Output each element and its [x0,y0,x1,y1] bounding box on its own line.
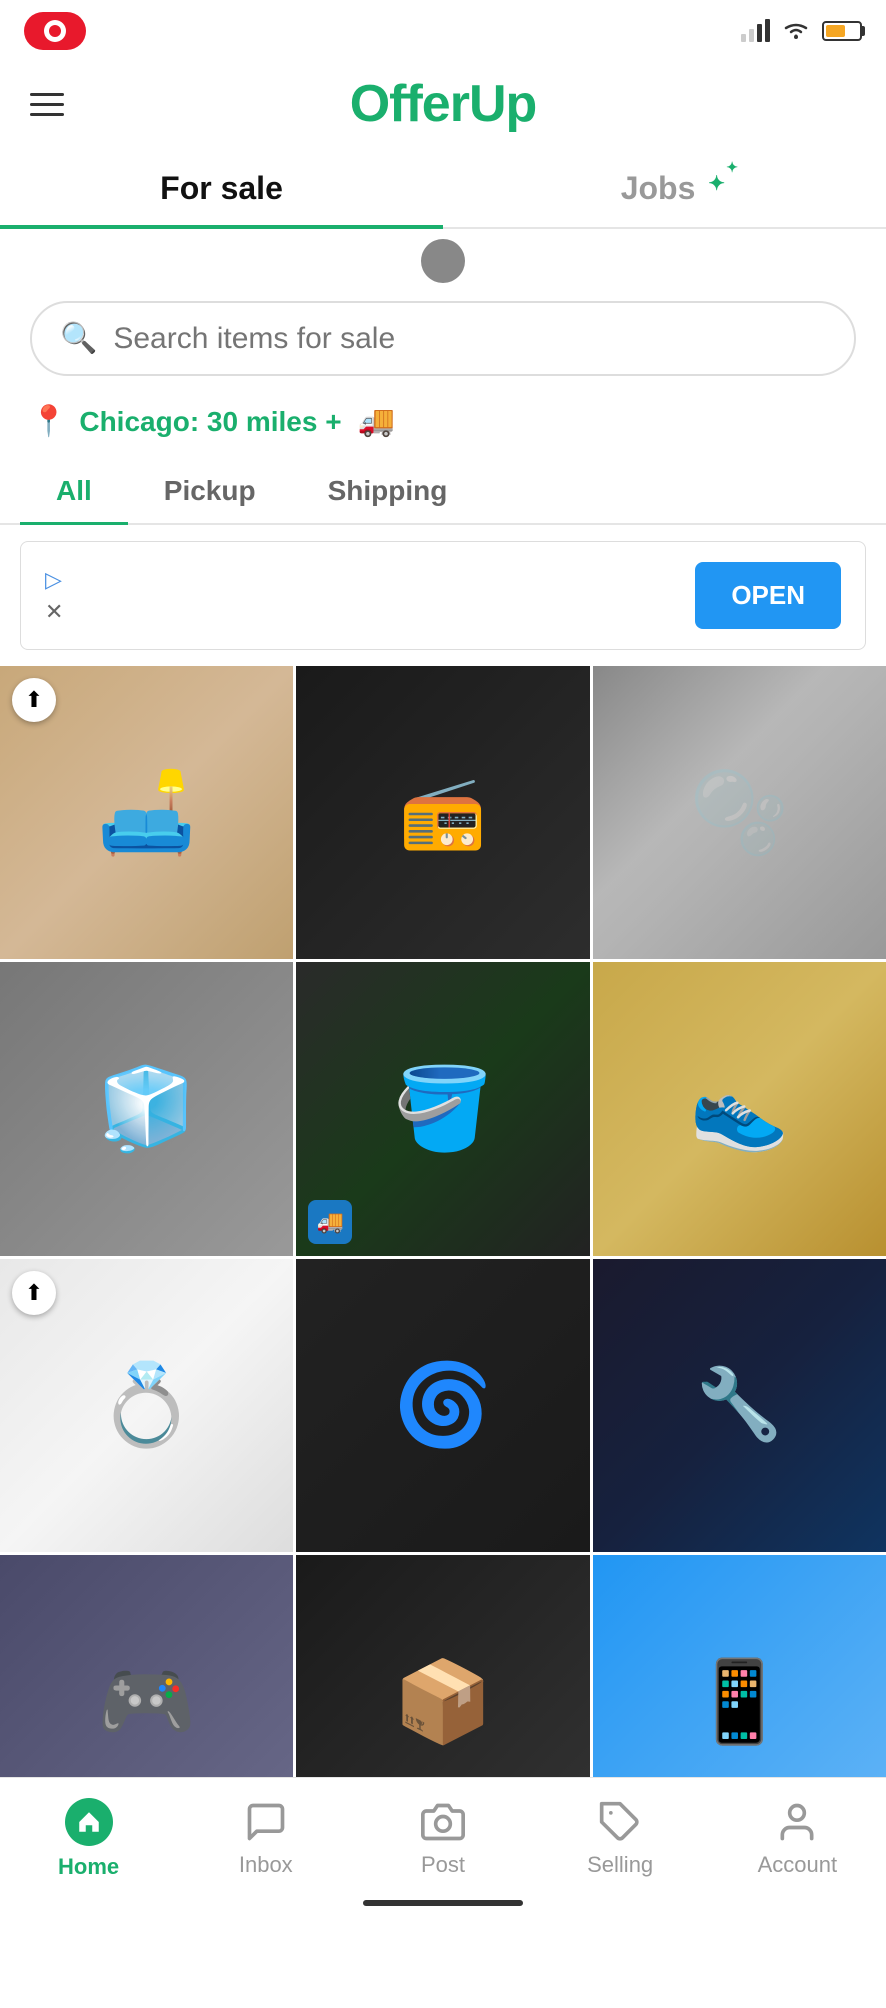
status-bar [0,0,886,58]
nav-item-inbox[interactable]: Inbox [206,1800,326,1878]
product-emoji: 🛋️ [97,766,197,860]
account-icon [775,1800,819,1844]
recording-indicator [24,12,86,50]
home-icon [65,1798,113,1846]
product-emoji: 🌀 [393,1358,493,1452]
nav-label-home: Home [58,1854,119,1880]
main-tabs: For sale Jobs ✦ ✦ [0,150,886,229]
ad-close-button[interactable]: ✕ [45,599,63,625]
product-emoji: 📦 [393,1655,493,1749]
search-icon: 🔍 [60,321,97,356]
nav-label-selling: Selling [587,1852,653,1878]
product-item[interactable]: 🔧 [593,1259,886,1552]
tab-jobs[interactable]: Jobs ✦ ✦ [443,150,886,227]
product-item[interactable]: 📻 [296,666,589,959]
nav-label-inbox: Inbox [239,1852,293,1878]
product-item[interactable]: 🛋️ ⬆ [0,666,293,959]
bottom-nav: Home Inbox Post Selling Account [0,1777,886,1920]
product-emoji: 🧊 [97,1062,197,1156]
inbox-icon [244,1800,288,1844]
nav-item-account[interactable]: Account [737,1800,857,1878]
menu-line [30,113,64,116]
location-text: Chicago: 30 miles + [79,406,341,438]
product-item[interactable]: 💍 ⬆ [0,1259,293,1552]
search-container: 🔍 [0,293,886,396]
location-bar[interactable]: 📍 Chicago: 30 miles + 🚚 [0,396,886,459]
battery-fill [826,25,845,37]
product-emoji: 🪣 [393,1062,493,1156]
product-item[interactable]: 🌀 [296,1259,589,1552]
product-item[interactable]: 🪣 🚚 [296,962,589,1255]
filter-tabs: All Pickup Shipping [0,459,886,525]
product-item[interactable]: 🫧 [593,666,886,959]
status-left [24,12,86,50]
location-icon: 📍 [30,404,67,439]
slider-area [0,229,886,293]
product-emoji: 🎮 [97,1655,197,1749]
product-emoji: 👟 [690,1062,790,1156]
filter-tab-shipping[interactable]: Shipping [292,459,484,523]
product-emoji: 📱 [690,1655,790,1749]
app-logo: OfferUp [350,74,537,134]
ad-open-button[interactable]: OPEN [695,562,841,629]
battery-icon [822,21,862,41]
filter-tab-pickup[interactable]: Pickup [128,459,292,523]
recording-dot [44,20,66,42]
product-emoji: 📻 [399,772,486,854]
ad-left: ▷ ✕ [45,567,63,625]
nav-item-home[interactable]: Home [29,1798,149,1880]
boost-badge: ⬆ [12,1271,56,1315]
post-icon [421,1800,465,1844]
selling-icon [598,1800,642,1844]
product-item[interactable]: 👟 [593,962,886,1255]
nav-item-post[interactable]: Post [383,1800,503,1878]
boost-badge: ⬆ [12,678,56,722]
ad-banner: ▷ ✕ OPEN [20,541,866,650]
app-header: OfferUp [0,58,886,150]
status-right [741,20,862,42]
nav-label-account: Account [758,1852,838,1878]
ad-play-icon: ▷ [45,567,63,593]
menu-button[interactable] [30,93,64,116]
product-emoji: 💍 [97,1358,197,1452]
search-bar[interactable]: 🔍 [30,301,856,376]
product-emoji: 🔧 [696,1364,783,1446]
tab-for-sale[interactable]: For sale [0,150,443,227]
shipping-badge: 🚚 [308,1200,352,1244]
product-item[interactable]: 🧊 [0,962,293,1255]
nav-label-post: Post [421,1852,465,1878]
delivery-icon: 🚚 [358,404,395,439]
menu-line [30,103,64,106]
wifi-icon [782,21,810,41]
home-indicator [363,1900,523,1906]
filter-tab-all[interactable]: All [20,459,128,523]
search-input[interactable] [113,322,826,356]
slider-handle[interactable] [421,239,465,283]
menu-line [30,93,64,96]
nav-item-selling[interactable]: Selling [560,1800,680,1878]
signal-icon [741,20,770,42]
